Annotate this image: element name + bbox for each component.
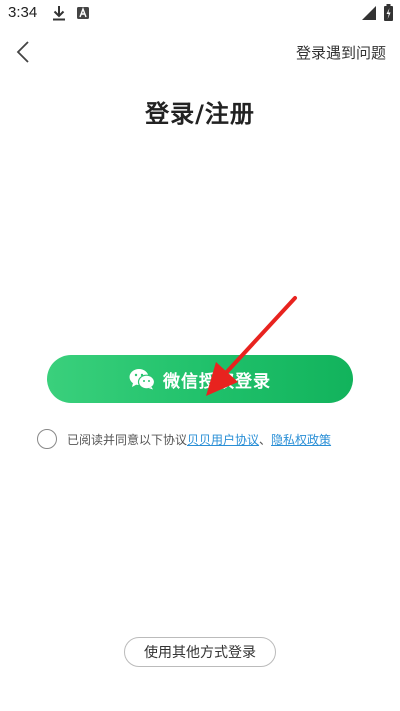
a-notification-icon — [77, 7, 89, 19]
signal-icon — [362, 6, 376, 20]
wechat-login-button[interactable]: 微信授权登录 — [47, 355, 353, 403]
user-agreement-link[interactable]: 贝贝用户协议 — [187, 431, 259, 448]
login-page: 3:34 登录遇到问题 登录/注册 微信授权登录 已阅读并同意以下协议 贝贝用户… — [0, 0, 400, 711]
page-title: 登录/注册 — [145, 100, 255, 128]
battery-icon — [384, 4, 393, 21]
status-time: 3:34 — [8, 4, 38, 21]
status-bar: 3:34 — [0, 0, 400, 26]
wechat-icon — [129, 369, 155, 390]
download-icon — [53, 6, 65, 21]
privacy-policy-link[interactable]: 隐私权政策 — [271, 431, 331, 448]
agreement-row: 已阅读并同意以下协议 贝贝用户协议 、 隐私权政策 — [37, 428, 331, 450]
agreement-separator: 、 — [259, 432, 272, 447]
chevron-left-icon — [16, 41, 29, 63]
agreement-prefix: 已阅读并同意以下协议 — [67, 432, 188, 447]
agreement-checkbox[interactable] — [37, 429, 57, 449]
wechat-login-label: 微信授权登录 — [163, 371, 271, 392]
other-login-button[interactable]: 使用其他方式登录 — [124, 637, 276, 667]
login-help-link[interactable]: 登录遇到问题 — [296, 42, 386, 63]
back-button[interactable] — [12, 38, 36, 66]
